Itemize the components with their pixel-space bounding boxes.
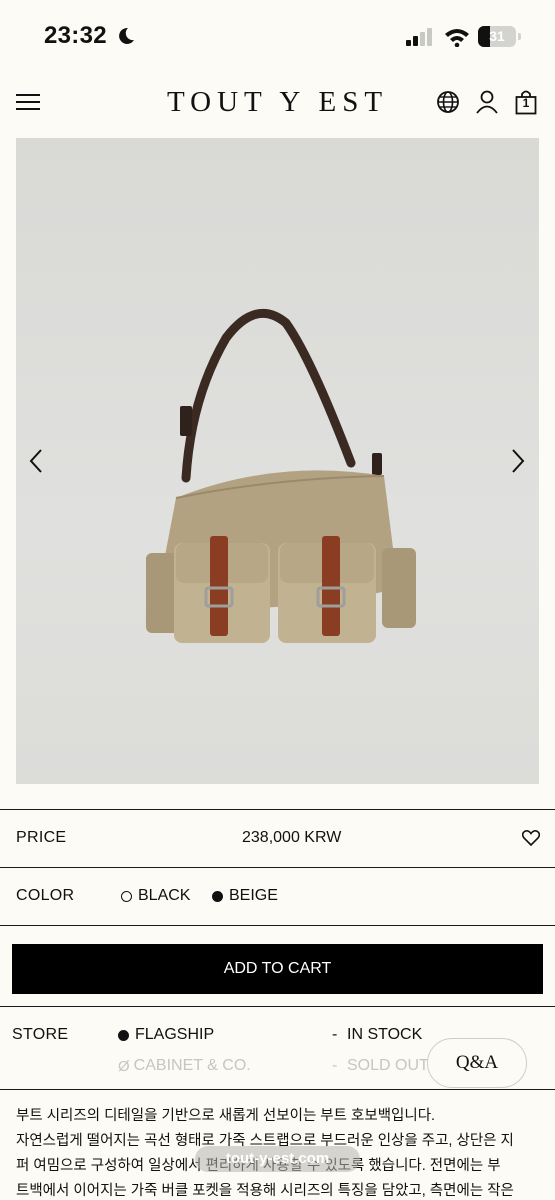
wishlist-heart-icon[interactable] xyxy=(522,830,540,846)
moon-icon xyxy=(119,27,134,44)
status-bar: 23:32 31 xyxy=(0,0,555,72)
qa-button[interactable]: Q&A xyxy=(427,1038,527,1088)
color-option-label: BEIGE xyxy=(229,887,278,904)
site-logo[interactable]: TOUT Y EST xyxy=(0,86,555,119)
divider xyxy=(0,925,555,926)
stock-separator: - xyxy=(332,1026,338,1043)
store-flagship: FLAGSHIP xyxy=(118,1026,214,1044)
stock-separator: - xyxy=(332,1057,338,1074)
store-name: FLAGSHIP xyxy=(135,1026,215,1043)
description-line: 트백에서 이어지는 가죽 버클 포켓을 적용해 시리즈의 특징을 담았고, 측면… xyxy=(16,1183,514,1199)
color-option-label: BLACK xyxy=(138,887,191,904)
divider xyxy=(0,809,555,810)
price-label: PRICE xyxy=(16,829,67,846)
divider xyxy=(0,867,555,868)
browser-url-pill[interactable]: tout-y-est.com xyxy=(195,1146,360,1172)
cart-count-badge: 1 xyxy=(522,96,530,110)
price-value: 238,000 KRW xyxy=(242,829,342,846)
battery-tip xyxy=(518,33,521,40)
store-name: CABINET & CO. xyxy=(133,1057,251,1074)
stock-status-sold-out: SOLD OUT xyxy=(347,1057,429,1074)
status-time: 23:32 xyxy=(44,22,107,49)
globe-icon[interactable] xyxy=(436,90,460,114)
radio-selected-icon xyxy=(212,890,223,902)
add-to-cart-button[interactable]: ADD TO CART xyxy=(12,944,543,994)
product-image-carousel[interactable] xyxy=(16,138,539,784)
wifi-icon xyxy=(445,29,469,47)
description-line: 부트 시리즈의 디테일을 기반으로 새롭게 선보이는 부트 호보백입니다. xyxy=(16,1108,436,1124)
store-label: STORE xyxy=(12,1026,69,1043)
site-header: TOUT Y EST 1 xyxy=(0,72,555,134)
cellular-signal-icon xyxy=(406,28,432,46)
user-account-icon[interactable] xyxy=(476,90,498,114)
next-image-arrow-icon[interactable] xyxy=(510,448,526,474)
previous-image-arrow-icon[interactable] xyxy=(28,448,44,474)
store-cabinet-co: Ø CABINET & CO. xyxy=(118,1057,251,1075)
battery-indicator: 31 xyxy=(478,26,516,47)
color-label: COLOR xyxy=(16,887,75,904)
color-option-black[interactable]: BLACK xyxy=(121,887,190,905)
available-dot-icon xyxy=(118,1029,129,1041)
battery-level: 31 xyxy=(489,28,505,44)
divider xyxy=(0,1006,555,1007)
divider xyxy=(0,1089,555,1090)
product-photo-hobo-bag xyxy=(146,309,416,643)
unavailable-slash-icon: Ø xyxy=(118,1057,130,1075)
stock-status-in-stock: IN STOCK xyxy=(347,1026,423,1043)
color-option-beige[interactable]: BEIGE xyxy=(212,887,278,905)
radio-unselected-icon xyxy=(121,890,132,902)
